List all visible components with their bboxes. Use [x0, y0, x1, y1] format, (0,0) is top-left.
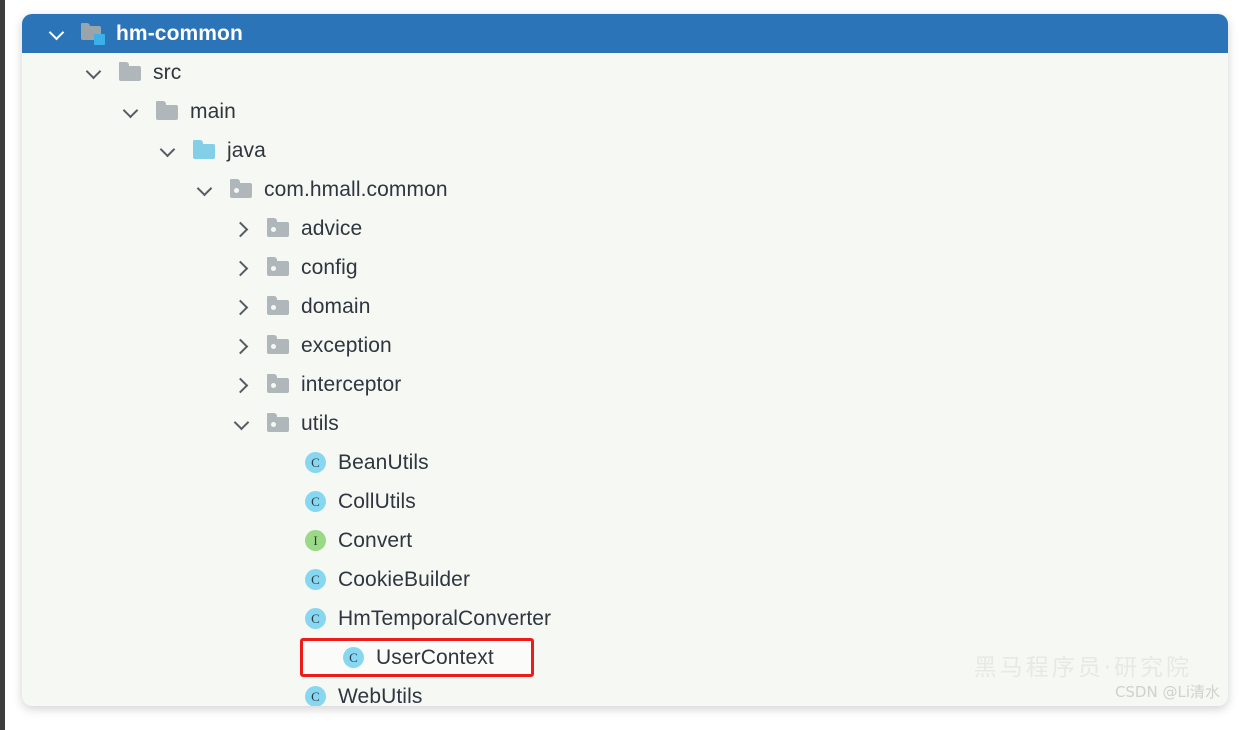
tree-row-utils[interactable]: utils	[22, 404, 1228, 443]
tree-row-config[interactable]: config	[22, 248, 1228, 287]
chevron-down-icon[interactable]	[192, 177, 218, 203]
module-folder-icon	[81, 22, 107, 45]
tree-row-label: src	[153, 60, 182, 84]
folder-icon	[155, 100, 181, 123]
tree-row-collutils[interactable]: C CollUtils	[22, 482, 1228, 521]
tree-row-com-hmall-common[interactable]: com.hmall.common	[22, 170, 1228, 209]
tree-row-label: com.hmall.common	[264, 177, 448, 201]
package-icon	[229, 178, 255, 201]
tree-row-convert[interactable]: I Convert	[22, 521, 1228, 560]
tree-row-label: java	[227, 138, 266, 162]
chevron-down-icon[interactable]	[229, 411, 255, 437]
tree-row-src[interactable]: src	[22, 53, 1228, 92]
screenshot-root: hm-common src main java com.hmall.common advi…	[0, 0, 1239, 730]
package-icon	[266, 373, 292, 396]
tree-row-label: CollUtils	[338, 489, 416, 513]
chevron-placeholder-icon	[266, 567, 292, 593]
tree-row-cookiebuilder[interactable]: C CookieBuilder	[22, 560, 1228, 599]
project-tree-panel: hm-common src main java com.hmall.common advi…	[22, 14, 1228, 706]
tree-row-label: hm-common	[116, 21, 243, 45]
tree-row-label: main	[190, 99, 236, 123]
chevron-placeholder-icon	[266, 450, 292, 476]
chevron-right-icon[interactable]	[229, 372, 255, 398]
tree-row-hm-common[interactable]: hm-common	[22, 14, 1228, 53]
chevron-right-icon[interactable]	[229, 216, 255, 242]
tree-row-java[interactable]: java	[22, 131, 1228, 170]
tree-row-exception[interactable]: exception	[22, 326, 1228, 365]
java-class-icon: C	[341, 646, 367, 669]
tree-row-label: UserContext	[376, 645, 494, 669]
chevron-placeholder-icon	[266, 489, 292, 515]
chevron-down-icon[interactable]	[44, 21, 70, 47]
class-icon-letter: C	[343, 646, 364, 668]
chevron-right-icon[interactable]	[229, 333, 255, 359]
package-icon	[266, 256, 292, 279]
tree-row-label: WebUtils	[338, 684, 423, 707]
class-icon-letter: C	[305, 451, 326, 473]
tree-row-usercontext[interactable]: C UserContext	[300, 638, 534, 677]
chevron-right-icon[interactable]	[229, 255, 255, 281]
tree-row-label: advice	[301, 216, 363, 240]
java-class-icon: C	[303, 568, 329, 591]
folder-icon	[118, 61, 144, 84]
tree-row-advice[interactable]: advice	[22, 209, 1228, 248]
tree-row-interceptor[interactable]: interceptor	[22, 365, 1228, 404]
source-folder-icon	[192, 139, 218, 162]
tree-row-label: HmTemporalConverter	[338, 606, 552, 630]
author-watermark: CSDN @Li清水	[1114, 683, 1220, 701]
tree-row-label: exception	[301, 333, 392, 357]
interface-icon-letter: I	[305, 529, 326, 551]
class-icon-letter: C	[305, 685, 326, 706]
chevron-placeholder-icon	[266, 684, 292, 707]
class-icon-letter: C	[305, 607, 326, 629]
java-interface-icon: I	[303, 529, 329, 552]
window-left-edge	[0, 0, 5, 730]
class-icon-letter: C	[305, 568, 326, 590]
chevron-placeholder-icon	[266, 528, 292, 554]
project-tree[interactable]: hm-common src main java com.hmall.common advi…	[22, 14, 1228, 706]
chevron-placeholder-icon	[303, 645, 329, 671]
tree-row-label: Convert	[338, 528, 413, 552]
tree-row-label: interceptor	[301, 372, 402, 396]
tree-row-label: BeanUtils	[338, 450, 429, 474]
tree-row-label: config	[301, 255, 358, 279]
tree-row-beanutils[interactable]: C BeanUtils	[22, 443, 1228, 482]
chevron-down-icon[interactable]	[118, 99, 144, 125]
chevron-right-icon[interactable]	[229, 294, 255, 320]
java-class-icon: C	[303, 490, 329, 513]
brand-watermark: 黑马程序员·研究院	[973, 655, 1192, 681]
package-icon	[266, 334, 292, 357]
java-class-icon: C	[303, 607, 329, 630]
chevron-down-icon[interactable]	[155, 138, 181, 164]
java-class-icon: C	[303, 451, 329, 474]
tree-row-main[interactable]: main	[22, 92, 1228, 131]
tree-row-hmtemporalconverter[interactable]: C HmTemporalConverter	[22, 599, 1228, 638]
java-class-icon: C	[303, 685, 329, 706]
chevron-down-icon[interactable]	[81, 60, 107, 86]
package-icon	[266, 412, 292, 435]
package-icon	[266, 217, 292, 240]
tree-row-label: utils	[301, 411, 339, 435]
tree-row-domain[interactable]: domain	[22, 287, 1228, 326]
chevron-placeholder-icon	[266, 606, 292, 632]
package-icon	[266, 295, 292, 318]
tree-row-label: CookieBuilder	[338, 567, 471, 591]
class-icon-letter: C	[305, 490, 326, 512]
tree-row-label: domain	[301, 294, 371, 318]
